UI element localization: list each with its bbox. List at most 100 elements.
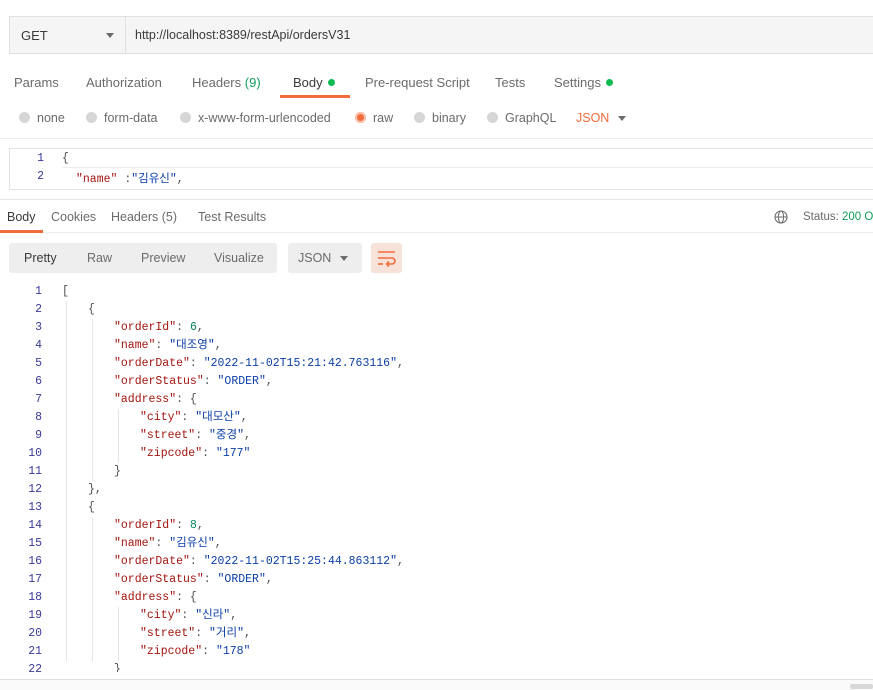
response-tab-headers-label: Headers bbox=[111, 210, 159, 224]
line-number: 8 bbox=[35, 411, 42, 424]
view-visualize-button[interactable]: Visualize bbox=[214, 251, 264, 265]
line-number: 4 bbox=[35, 339, 42, 352]
line-number: 5 bbox=[35, 357, 42, 370]
json-key: "city" bbox=[140, 411, 182, 424]
body-format-select[interactable]: JSON bbox=[576, 111, 609, 125]
tab-body[interactable]: Body bbox=[293, 75, 335, 90]
json-punct: : { bbox=[176, 591, 197, 604]
json-string: "거리" bbox=[209, 627, 244, 640]
request-body-editor[interactable]: 1 2 3 { "name" :"김유신", bbox=[9, 148, 873, 190]
json-key: "orderDate" bbox=[114, 555, 190, 568]
response-tab-cookies[interactable]: Cookies bbox=[51, 210, 96, 224]
json-punct: : bbox=[181, 609, 196, 622]
json-string: "대모산" bbox=[195, 411, 241, 424]
json-string: "대조영" bbox=[169, 339, 215, 352]
radio-urlencoded-label[interactable]: x-www-form-urlencoded bbox=[198, 111, 331, 125]
json-punct: , bbox=[196, 519, 204, 532]
chevron-down-icon[interactable] bbox=[618, 116, 626, 121]
response-status: Status: 200 O bbox=[803, 211, 873, 223]
scrollbar-thumb[interactable] bbox=[850, 684, 873, 689]
json-punct: : bbox=[189, 357, 204, 370]
code-text: } bbox=[114, 661, 121, 672]
line-number: 22 bbox=[28, 663, 42, 672]
json-punct: , bbox=[176, 173, 184, 186]
code-text: "city": "신라", bbox=[140, 607, 237, 625]
line-number: 14 bbox=[28, 519, 42, 532]
line-number: 17 bbox=[28, 573, 42, 586]
active-response-tab-indicator bbox=[0, 230, 43, 233]
json-key: "address" bbox=[114, 393, 177, 406]
chevron-down-icon bbox=[340, 256, 348, 261]
tab-authorization[interactable]: Authorization bbox=[86, 75, 162, 90]
json-key: "zipcode" bbox=[140, 645, 203, 658]
url-input[interactable]: http://localhost:8389/restApi/ordersV31 bbox=[135, 28, 350, 42]
radio-form-data[interactable] bbox=[86, 112, 97, 123]
tab-settings[interactable]: Settings bbox=[554, 75, 613, 90]
json-punct: , bbox=[396, 555, 404, 568]
radio-binary[interactable] bbox=[414, 112, 425, 123]
json-key: "street" bbox=[140, 627, 196, 640]
radio-form-data-label[interactable]: form-data bbox=[104, 111, 158, 125]
json-punct: }, bbox=[88, 483, 102, 496]
json-punct: : bbox=[203, 375, 218, 388]
tab-pre-request-script[interactable]: Pre-request Script bbox=[365, 75, 470, 90]
code-text: "orderStatus": "ORDER", bbox=[114, 373, 273, 391]
json-string: "2022-11-02T15:25:44.863112" bbox=[203, 555, 397, 568]
tab-headers-count: (9) bbox=[244, 75, 261, 90]
response-tab-headers[interactable]: Headers (5) bbox=[111, 210, 177, 224]
tab-headers[interactable]: Headers (9) bbox=[192, 75, 261, 90]
tab-body-label: Body bbox=[293, 75, 323, 90]
radio-none-label[interactable]: none bbox=[37, 111, 65, 125]
code-text: "address": { bbox=[114, 589, 197, 607]
line-number: 15 bbox=[28, 537, 42, 550]
line-number: 11 bbox=[28, 465, 42, 478]
line-number: 3 bbox=[10, 188, 44, 189]
json-punct: : bbox=[155, 537, 170, 550]
json-key: "city" bbox=[140, 609, 182, 622]
tab-tests[interactable]: Tests bbox=[495, 75, 525, 90]
line-number: 2 bbox=[35, 303, 42, 316]
indent-guide bbox=[92, 517, 93, 661]
status-code: 200 O bbox=[842, 211, 873, 223]
response-body-viewer[interactable]: 1 [2 {3 "orderId": 6, 4 "name": "대조영", 5 "order… bbox=[0, 283, 873, 672]
json-punct: , bbox=[265, 573, 273, 586]
status-label: Status: bbox=[803, 211, 839, 223]
active-tab-indicator bbox=[280, 95, 350, 98]
wrap-lines-button[interactable] bbox=[371, 243, 402, 273]
line-number: 3 bbox=[35, 321, 42, 334]
method-select[interactable]: GET bbox=[10, 17, 126, 53]
horizontal-scrollbar[interactable] bbox=[0, 679, 873, 690]
code-line: { bbox=[62, 152, 69, 165]
view-raw-button[interactable]: Raw bbox=[87, 251, 112, 265]
tab-params[interactable]: Params bbox=[14, 75, 59, 90]
view-pretty-button[interactable]: Pretty bbox=[24, 251, 57, 265]
json-key: "zipcode" bbox=[140, 447, 203, 460]
radio-graphql[interactable] bbox=[487, 112, 498, 123]
code-line: "name" :"김유신", bbox=[76, 170, 184, 186]
radio-urlencoded[interactable] bbox=[180, 112, 191, 123]
json-punct: , bbox=[244, 627, 251, 640]
radio-graphql-label[interactable]: GraphQL bbox=[505, 111, 556, 125]
view-preview-button[interactable]: Preview bbox=[141, 251, 185, 265]
response-tab-body[interactable]: Body bbox=[7, 210, 36, 224]
globe-icon[interactable] bbox=[774, 210, 788, 224]
json-key: "orderStatus" bbox=[114, 375, 204, 388]
method-label: GET bbox=[21, 28, 48, 43]
code-text: "zipcode": "177" bbox=[140, 445, 250, 463]
response-tab-test-results[interactable]: Test Results bbox=[198, 210, 266, 224]
radio-none[interactable] bbox=[19, 112, 30, 123]
code-text: "orderStatus": "ORDER", bbox=[114, 571, 273, 589]
status-dot-icon bbox=[327, 79, 335, 86]
json-punct: : bbox=[181, 411, 196, 424]
radio-binary-label[interactable]: binary bbox=[432, 111, 466, 125]
line-number: 20 bbox=[28, 627, 42, 640]
json-punct: , bbox=[214, 537, 222, 550]
radio-raw[interactable] bbox=[355, 112, 366, 123]
wrap-lines-icon bbox=[378, 251, 396, 268]
radio-raw-label[interactable]: raw bbox=[373, 111, 393, 125]
code-text: "zipcode": "178" bbox=[140, 643, 250, 661]
status-dot-icon bbox=[605, 79, 613, 86]
line-number: 16 bbox=[28, 555, 42, 568]
json-punct: , bbox=[265, 375, 273, 388]
divider bbox=[0, 199, 873, 200]
